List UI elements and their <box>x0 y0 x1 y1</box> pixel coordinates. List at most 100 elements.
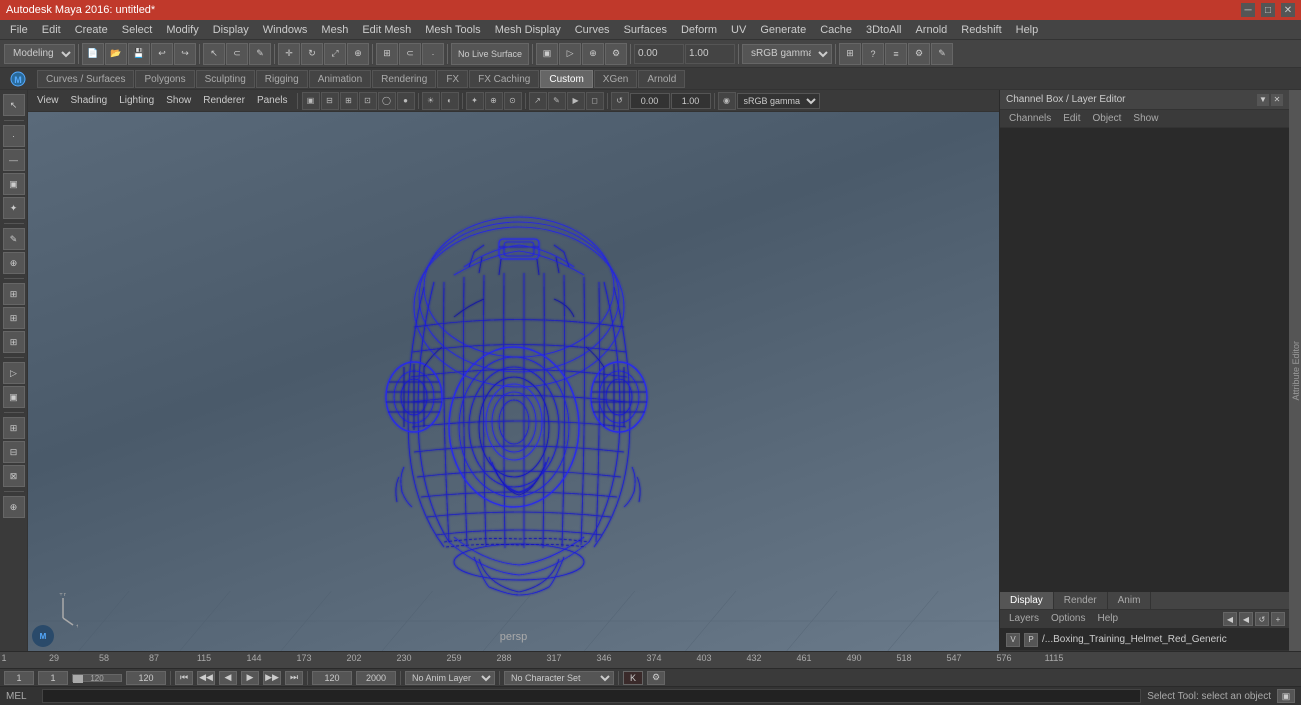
menu-uv[interactable]: UV <box>725 21 752 39</box>
render-region-btn[interactable]: ▣ <box>536 43 558 65</box>
step-fwd-btn[interactable]: ▶▶ <box>263 671 281 685</box>
color-profile-dropdown[interactable]: sRGB gamma <box>742 44 832 64</box>
tab-animation[interactable]: Animation <box>309 70 371 88</box>
tab-arnold[interactable]: Arnold <box>638 70 685 88</box>
step-back-btn[interactable]: ◀◀ <box>197 671 215 685</box>
tab-curves-surfaces[interactable]: Curves / Surfaces <box>37 70 134 88</box>
vp-light-icon[interactable]: ☀ <box>422 92 440 110</box>
grid3-btn[interactable]: ⊠ <box>3 465 25 487</box>
skip-end-btn[interactable]: ⏭ <box>285 671 303 685</box>
snap-point-btn[interactable]: · <box>422 43 444 65</box>
hud-btn[interactable]: ⊞ <box>839 43 861 65</box>
vp-camera-icon[interactable]: ▣ <box>302 92 320 110</box>
vp-snapshot-icon[interactable]: ◻ <box>586 92 604 110</box>
minimize-button[interactable]: ─ <box>1241 3 1255 17</box>
vp-num-a[interactable] <box>630 93 670 109</box>
tab-sculpting[interactable]: Sculpting <box>196 70 255 88</box>
open-file-btn[interactable]: 📂 <box>105 43 127 65</box>
tab-rigging[interactable]: Rigging <box>256 70 308 88</box>
ipr-btn[interactable]: ⊕ <box>582 43 604 65</box>
rotate-tool-btn[interactable]: ↻ <box>301 43 323 65</box>
vp-xray-icon[interactable]: ✦ <box>466 92 484 110</box>
tab-fx[interactable]: FX <box>437 70 468 88</box>
playback-slider[interactable]: 120 <box>72 674 122 682</box>
viewport-canvas[interactable]: +Y +Z M persp <box>28 112 999 651</box>
auto-key-btn[interactable]: K <box>623 671 643 685</box>
sculpt-btn[interactable]: ⊕ <box>3 252 25 274</box>
snap-vertex-btn[interactable]: ⊞ <box>3 331 25 353</box>
tab-display[interactable]: Display <box>1000 592 1054 609</box>
menu-generate[interactable]: Generate <box>754 21 812 39</box>
close-button[interactable]: ✕ <box>1281 3 1295 17</box>
show-menu[interactable]: Show <box>1128 112 1163 125</box>
edit-menu[interactable]: Edit <box>1058 112 1085 125</box>
redo-btn[interactable]: ↪ <box>174 43 196 65</box>
help-line-btn[interactable]: ? <box>862 43 884 65</box>
vp-sync-icon[interactable]: ↺ <box>611 92 629 110</box>
channel-box-close[interactable]: ✕ <box>1271 94 1283 106</box>
vp-menu-lighting[interactable]: Lighting <box>114 92 159 110</box>
menu-select[interactable]: Select <box>116 21 159 39</box>
snap-surface-btn[interactable]: ⊞ <box>3 283 25 305</box>
render-settings-btn[interactable]: ⚙ <box>605 43 627 65</box>
snap-curve-btn[interactable]: ⊂ <box>399 43 421 65</box>
vp-color-dropdown[interactable]: sRGB gamma <box>737 93 820 109</box>
maximize-button[interactable]: □ <box>1261 3 1275 17</box>
attr-editor-btn[interactable]: ✎ <box>931 43 953 65</box>
skip-start-btn[interactable]: ⏮ <box>175 671 193 685</box>
lasso-tool-btn[interactable]: ⊂ <box>226 43 248 65</box>
tab-fx-caching[interactable]: FX Caching <box>469 70 539 88</box>
anim-layer-dropdown[interactable]: No Anim Layer <box>405 671 495 685</box>
timeline-ruler[interactable]: 1 29 58 87 115 144 173 202 230 259 288 3… <box>0 651 1301 669</box>
current-frame-input[interactable] <box>4 671 34 685</box>
no-live-surface-btn[interactable]: No Live Surface <box>451 43 529 65</box>
new-file-btn[interactable]: 📄 <box>82 43 104 65</box>
vp-color-icon[interactable]: ◉ <box>718 92 736 110</box>
vp-menu-panels[interactable]: Panels <box>252 92 293 110</box>
save-file-btn[interactable]: 💾 <box>128 43 150 65</box>
tab-anim[interactable]: Anim <box>1108 592 1152 609</box>
menu-3dtoall[interactable]: 3DtoAll <box>860 21 907 39</box>
tool-settings-btn[interactable]: ⚙ <box>908 43 930 65</box>
playback-options-btn[interactable]: ⚙ <box>647 671 665 685</box>
menu-create[interactable]: Create <box>69 21 114 39</box>
menu-edit[interactable]: Edit <box>36 21 67 39</box>
vertex-mode-btn[interactable]: · <box>3 125 25 147</box>
vp-num-b[interactable] <box>671 93 711 109</box>
tab-custom[interactable]: Custom <box>540 70 592 88</box>
menu-redshift[interactable]: Redshift <box>955 21 1007 39</box>
menu-display[interactable]: Display <box>207 21 255 39</box>
grid2-btn[interactable]: ⊟ <box>3 441 25 463</box>
vp-menu-view[interactable]: View <box>32 92 64 110</box>
menu-arnold[interactable]: Arnold <box>909 21 953 39</box>
select-mode-btn[interactable]: ↖ <box>3 94 25 116</box>
tab-render[interactable]: Render <box>1054 592 1108 609</box>
edge-mode-btn[interactable]: — <box>3 149 25 171</box>
menu-mesh-display[interactable]: Mesh Display <box>489 21 567 39</box>
layer-prev-btn[interactable]: ◀ <box>1223 612 1237 626</box>
vp-render-icon[interactable]: ▶ <box>567 92 585 110</box>
grid-btn[interactable]: ⊞ <box>3 417 25 439</box>
num-input-a[interactable] <box>634 44 684 64</box>
snap-edge-btn[interactable]: ⊞ <box>3 307 25 329</box>
vp-menu-show[interactable]: Show <box>161 92 196 110</box>
tab-polygons[interactable]: Polygons <box>135 70 194 88</box>
select-tool-btn[interactable]: ↖ <box>203 43 225 65</box>
vp-menu-renderer[interactable]: Renderer <box>198 92 250 110</box>
layer-add-btn[interactable]: + <box>1271 612 1285 626</box>
total-end-input[interactable] <box>356 671 396 685</box>
menu-curves[interactable]: Curves <box>569 21 616 39</box>
snap-grid-btn[interactable]: ⊞ <box>376 43 398 65</box>
universal-tool-btn[interactable]: ⊕ <box>347 43 369 65</box>
char-set-dropdown[interactable]: No Character Set <box>504 671 614 685</box>
tab-xgen[interactable]: XGen <box>594 70 638 88</box>
start-frame-input[interactable] <box>38 671 68 685</box>
menu-deform[interactable]: Deform <box>675 21 723 39</box>
layers-menu[interactable]: Layers <box>1004 612 1044 626</box>
vp-paint-icon[interactable]: ✎ <box>548 92 566 110</box>
object-menu[interactable]: Object <box>1088 112 1127 125</box>
multi-mode-btn[interactable]: ✦ <box>3 197 25 219</box>
range-end-input[interactable] <box>126 671 166 685</box>
layer-playback-btn[interactable]: P <box>1024 633 1038 647</box>
vp-wireframe-icon[interactable]: ⊡ <box>359 92 377 110</box>
